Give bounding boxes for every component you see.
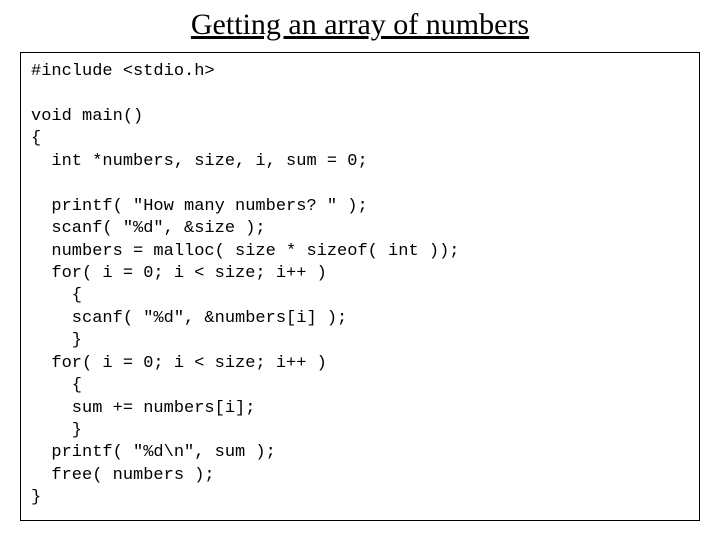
code-line: #include <stdio.h>	[31, 62, 215, 81]
code-line: scanf( "%d", &numbers[i] );	[31, 309, 347, 328]
code-line: {	[31, 129, 41, 148]
code-line: }	[31, 421, 82, 440]
code-line: numbers = malloc( size * sizeof( int ));	[31, 242, 459, 261]
code-line: void main()	[31, 107, 143, 126]
code-line: printf( "How many numbers? " );	[31, 197, 368, 216]
code-line: for( i = 0; i < size; i++ )	[31, 264, 327, 283]
slide-title: Getting an array of numbers	[20, 8, 700, 42]
code-line: sum += numbers[i];	[31, 399, 255, 418]
slide: Getting an array of numbers #include <st…	[0, 0, 720, 540]
code-block: #include <stdio.h> void main() { int *nu…	[20, 52, 700, 521]
code-line: }	[31, 331, 82, 350]
code-line: printf( "%d\n", sum );	[31, 443, 276, 462]
code-line: for( i = 0; i < size; i++ )	[31, 354, 327, 373]
code-line: free( numbers );	[31, 466, 215, 485]
code-line: scanf( "%d", &size );	[31, 219, 266, 238]
code-line: }	[31, 488, 41, 507]
code-line: {	[31, 376, 82, 395]
code-line: {	[31, 286, 82, 305]
code-line: int *numbers, size, i, sum = 0;	[31, 152, 368, 171]
